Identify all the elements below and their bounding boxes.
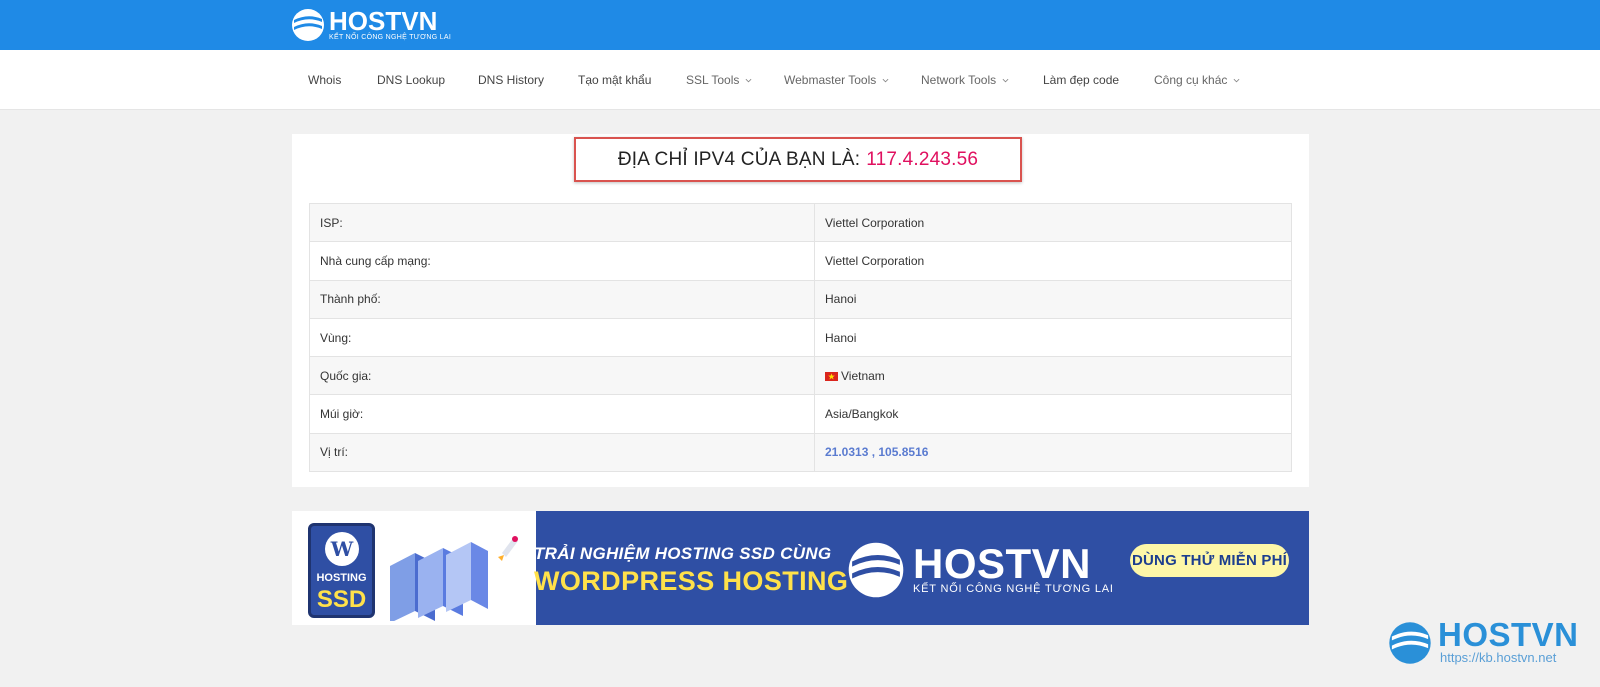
row-key-isp: ISP: xyxy=(309,202,815,243)
row-value-isp: Viettel Corporation xyxy=(814,202,1292,243)
table-row: Quốc gia: Vietnam xyxy=(309,356,1292,396)
table-row: Thành phố: Hanoi xyxy=(309,279,1292,319)
nav-item-ssl-tools[interactable]: SSL Tools xyxy=(686,50,752,110)
vietnam-flag-icon xyxy=(825,371,838,381)
top-header-bar: HOSTVN KẾT NỐI CÔNG NGHỆ TƯƠNG LAI xyxy=(0,0,1600,50)
table-row: Vùng: Hanoi xyxy=(309,317,1292,358)
nav-label: SSL Tools xyxy=(686,73,740,87)
nav-item-other-tools[interactable]: Công cụ khác xyxy=(1154,50,1240,110)
banner-logo-name: HOSTVN xyxy=(913,540,1092,587)
nav-item-dns-lookup[interactable]: DNS Lookup xyxy=(377,50,445,110)
nav-item-network-tools[interactable]: Network Tools xyxy=(921,50,1009,110)
wordpress-logo-icon: W xyxy=(325,532,359,566)
banner-illustration-area: W HOSTING SSD xyxy=(292,511,536,625)
ip-address-label: ĐỊA CHỈ IPV4 CỦA BẠN LÀ: xyxy=(617,148,861,170)
nav-item-dns-history[interactable]: DNS History xyxy=(478,50,544,110)
ip-info-card: ĐỊA CHỈ IPV4 CỦA BẠN LÀ: 117.4.243.56 IS… xyxy=(292,134,1309,487)
hostvn-watermark: HOSTVN https://kb.hostvn.net xyxy=(1388,616,1579,665)
banner-product-name: WORDPRESS HOSTING xyxy=(534,566,849,596)
nav-item-whois[interactable]: Whois xyxy=(308,50,341,110)
nav-label: Network Tools xyxy=(921,73,997,87)
row-key-timezone: Múi giờ: xyxy=(309,394,815,434)
hosting-ssd-badge: W HOSTING SSD xyxy=(308,523,375,618)
hostvn-logo-icon xyxy=(1389,621,1431,664)
banner-hostvn-logo: HOSTVN KẾT NỐI CÔNG NGHỆ TƯƠNG LAI xyxy=(847,541,1114,599)
location-coordinates-link[interactable]: 21.0313 , 105.8516 xyxy=(825,445,928,459)
chevron-down-icon xyxy=(1002,78,1009,82)
watermark-url: https://kb.hostvn.net xyxy=(1440,650,1557,665)
ip-details-table: ISP: Viettel Corporation Nhà cung cấp mạ… xyxy=(309,202,1292,473)
badge-hosting-label: HOSTING xyxy=(316,572,367,584)
nav-item-webmaster-tools[interactable]: Webmaster Tools xyxy=(784,50,889,110)
banner-logo-tagline: KẾT NỐI CÔNG NGHỆ TƯƠNG LAI xyxy=(913,583,1114,595)
logo-tagline: KẾT NỐI CÔNG NGHỆ TƯƠNG LAI xyxy=(329,33,452,41)
hostvn-logo[interactable]: HOSTVN KẾT NỐI CÔNG NGHỆ TƯƠNG LAI xyxy=(291,6,451,44)
banner-headline: TRẢI NGHIỆM HOSTING SSD CÙNG xyxy=(534,544,832,563)
hostvn-logo-icon xyxy=(848,542,904,598)
row-value-country-cell: Vietnam xyxy=(814,356,1292,396)
row-value-country: Vietnam xyxy=(841,368,885,383)
watermark-name: HOSTVN xyxy=(1438,616,1579,653)
free-trial-button[interactable]: DÙNG THỬ MIỄN PHÍ xyxy=(1130,544,1289,577)
row-value-network-provider: Viettel Corporation xyxy=(814,241,1292,281)
hostvn-logo-icon xyxy=(292,9,324,41)
table-row: Nhà cung cấp mạng: Viettel Corporation xyxy=(309,241,1292,281)
chevron-down-icon xyxy=(882,78,889,82)
row-key-city: Thành phố: xyxy=(309,279,815,319)
main-navigation: Whois DNS Lookup DNS History Tạo mật khẩ… xyxy=(0,50,1600,110)
nav-item-code-beautifier[interactable]: Làm đẹp code xyxy=(1043,50,1119,110)
nav-label: Tạo mật khẩu xyxy=(578,73,652,87)
row-key-network-provider: Nhà cung cấp mạng: xyxy=(309,241,815,281)
badge-ssd-label: SSD xyxy=(316,586,367,613)
row-value-timezone: Asia/Bangkok xyxy=(814,394,1292,434)
ip-address-value[interactable]: 117.4.243.56 xyxy=(866,149,978,171)
table-row: ISP: Viettel Corporation xyxy=(309,202,1292,243)
nav-label: Webmaster Tools xyxy=(784,73,877,87)
nav-item-password-generator[interactable]: Tạo mật khẩu xyxy=(578,50,651,110)
table-row: Múi giờ: Asia/Bangkok xyxy=(309,394,1292,434)
nav-label: Công cụ khác xyxy=(1154,73,1228,87)
logo-name: HOSTVN xyxy=(329,5,438,36)
row-value-location-cell: 21.0313 , 105.8516 xyxy=(814,432,1292,473)
chevron-down-icon xyxy=(745,78,752,82)
row-key-location: Vị trí: xyxy=(309,432,815,473)
servers-illustration-icon xyxy=(390,536,518,621)
row-value-city: Hanoi xyxy=(814,279,1292,319)
nav-label: DNS History xyxy=(478,73,545,87)
wordpress-hosting-banner[interactable]: W HOSTING SSD TRẢI NGHIỆM HOSTING SSD CÙ… xyxy=(292,511,1309,625)
chevron-down-icon xyxy=(1233,78,1240,82)
nav-label: Làm đẹp code xyxy=(1043,73,1120,87)
table-row: Vị trí: 21.0313 , 105.8516 xyxy=(309,432,1292,473)
row-key-country: Quốc gia: xyxy=(309,356,815,396)
row-key-region: Vùng: xyxy=(309,317,815,358)
nav-label: Whois xyxy=(308,73,342,87)
ip-address-highlight: ĐỊA CHỈ IPV4 CỦA BẠN LÀ: 117.4.243.56 xyxy=(574,137,1022,182)
nav-label: DNS Lookup xyxy=(377,73,446,87)
row-value-region: Hanoi xyxy=(814,317,1292,358)
